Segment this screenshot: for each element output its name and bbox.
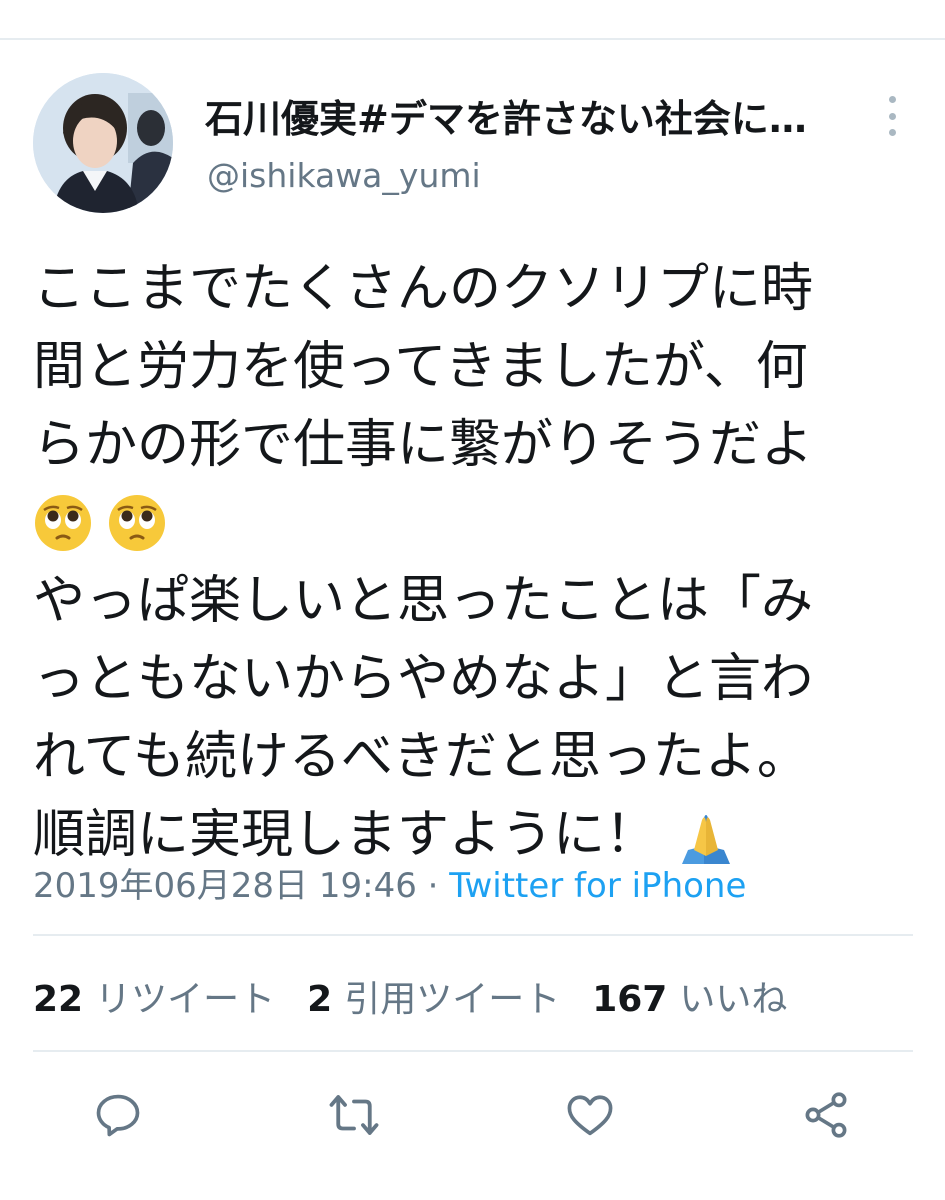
user-handle[interactable]: @ishikawa_yumi <box>207 156 481 195</box>
likes-stat[interactable]: 167 いいね <box>592 970 787 1022</box>
tweet-text: ここまでたくさんのクソリプに時 間と労力を使ってきましたが、何 らかの形で仕事に… <box>33 250 913 874</box>
source-link[interactable]: Twitter for iPhone <box>449 866 746 906</box>
quotes-count: 2 <box>307 979 333 1020</box>
retweets-label: リツイート <box>95 979 276 1020</box>
share-icon <box>805 1092 847 1138</box>
retweet-button[interactable] <box>324 1085 384 1145</box>
tweet-line: っともないからやめなよ」と言わ <box>33 649 814 709</box>
reply-button[interactable] <box>88 1085 148 1145</box>
quotes-stat[interactable]: 2 引用ツイート <box>307 970 560 1022</box>
tweet-stats: 22 リツイート 2 引用ツイート 167 いいね <box>33 970 787 1022</box>
tweet-line: 間と労力を使ってきましたが、何 <box>33 337 808 397</box>
tweet-line: ここまでたくさんのクソリプに時 <box>33 259 814 319</box>
tweet-line: れても続けるべきだと思ったよ。 <box>33 727 809 787</box>
avatar[interactable] <box>33 73 173 213</box>
tweet-line-text: 順調に実現しますように！ <box>33 805 658 865</box>
menu-dot <box>888 129 896 136</box>
divider <box>33 934 913 936</box>
retweet-icon <box>329 1095 379 1135</box>
likes-count: 167 <box>592 979 668 1020</box>
share-button[interactable] <box>796 1085 856 1145</box>
tweet-line: やっぱ楽しいと思ったことは「み <box>33 571 814 631</box>
divider <box>33 1050 913 1052</box>
menu-dot <box>888 112 896 120</box>
meta-separator: · <box>416 866 450 906</box>
likes-label: いいね <box>679 979 788 1020</box>
top-divider <box>0 38 945 40</box>
tweet-line: らかの形で仕事に繋がりそうだよ <box>33 415 814 475</box>
display-name[interactable]: 石川優実#デマを許さない社会に… <box>205 88 807 143</box>
retweets-count: 22 <box>33 979 84 1020</box>
retweets-stat[interactable]: 22 リツイート <box>33 970 275 1022</box>
tweet-meta: 2019年06月28日 19:46 · Twitter for iPhone <box>33 858 746 907</box>
profile-photo <box>33 73 173 213</box>
emoji-line <box>33 484 913 562</box>
like-button[interactable] <box>560 1085 620 1145</box>
quotes-label: 引用ツイート <box>344 979 561 1020</box>
pleading-face-emoji <box>35 495 91 551</box>
vertical-ellipsis-icon[interactable] <box>878 96 906 136</box>
timestamp[interactable]: 2019年06月28日 19:46 <box>33 866 417 906</box>
action-bar <box>0 1085 945 1145</box>
pleading-face-emoji <box>109 495 165 551</box>
reply-icon <box>96 1094 140 1137</box>
menu-dot <box>888 96 896 103</box>
like-icon <box>567 1095 613 1136</box>
